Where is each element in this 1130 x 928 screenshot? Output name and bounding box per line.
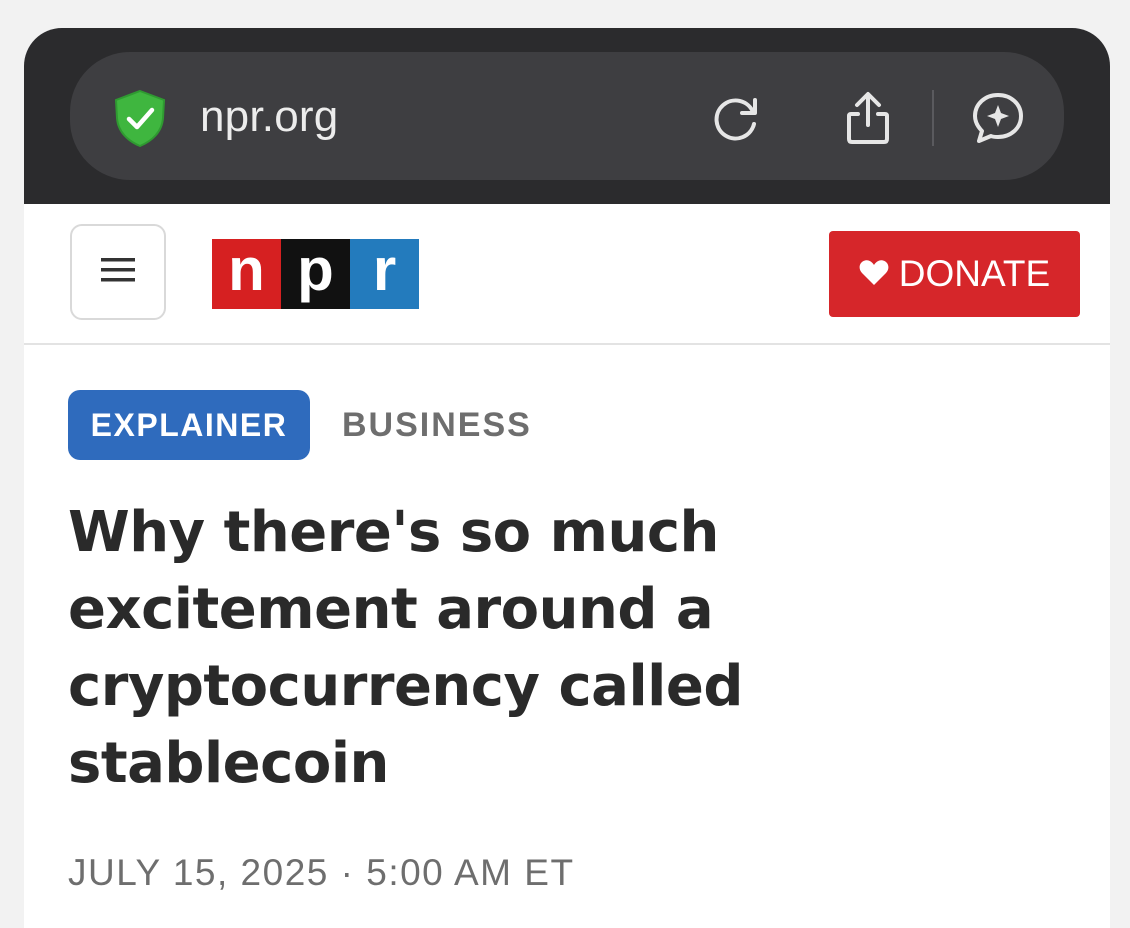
shield-check-icon — [110, 88, 170, 148]
article-dateline: JULY 15, 2025 · 5:00 AM ET — [68, 852, 575, 893]
share-icon[interactable] — [836, 86, 900, 150]
section-label[interactable]: BUSINESS — [342, 404, 532, 446]
toolbar-divider — [932, 90, 934, 146]
heart-icon — [859, 253, 889, 295]
reload-icon[interactable] — [704, 86, 768, 150]
hamburger-menu-icon — [101, 257, 135, 288]
article-headline: Why there's so much excitement around a … — [68, 500, 743, 796]
browser-toolbar: npr.org — [24, 28, 1110, 204]
logo-letter-p: p — [281, 236, 350, 309]
address-bar[interactable]: npr.org — [70, 52, 1064, 180]
ai-chat-icon[interactable] — [966, 86, 1030, 150]
web-page: n p r DONATE EXPLAINER BUSINESS Why ther… — [24, 204, 1110, 928]
menu-button[interactable] — [70, 224, 166, 320]
url-text[interactable]: npr.org — [200, 87, 338, 147]
logo-letter-r: r — [350, 236, 419, 309]
explainer-badge[interactable]: EXPLAINER — [68, 390, 310, 460]
donate-label: DONATE — [898, 253, 1051, 294]
donate-button[interactable]: DONATE — [829, 231, 1080, 317]
device-frame: npr.org n p r DONATE EXPLAINER BUSINESS … — [24, 28, 1110, 928]
logo-letter-n: n — [212, 236, 281, 309]
header-divider — [24, 343, 1110, 345]
npr-logo[interactable]: n p r — [212, 236, 419, 309]
